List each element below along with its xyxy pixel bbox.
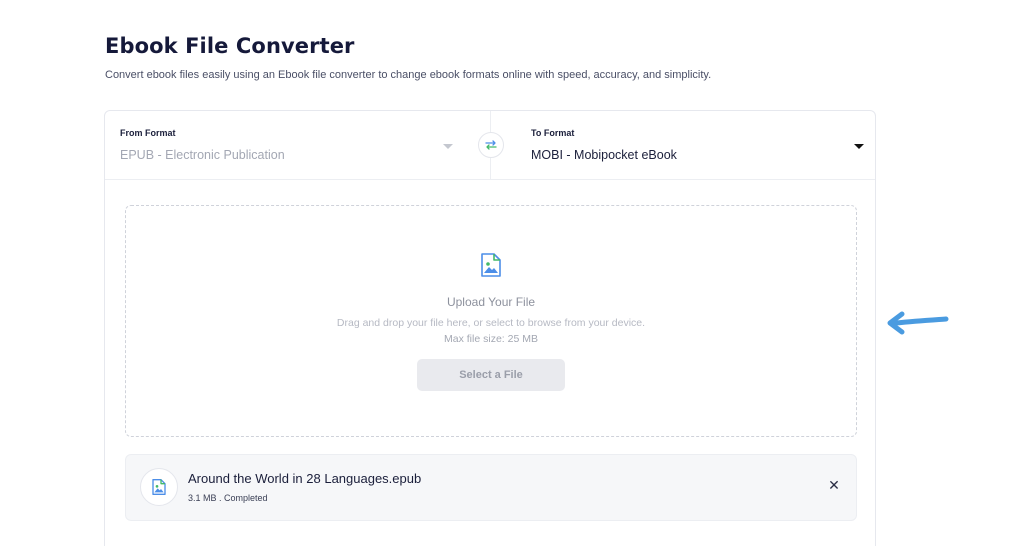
arrow-left-icon — [887, 311, 949, 335]
uploaded-file-item: Around the World in 28 Languages.epub 3.… — [125, 454, 857, 521]
chevron-down-icon[interactable] — [854, 144, 864, 149]
select-file-button[interactable]: Select a File — [417, 359, 565, 391]
file-meta: 3.1 MB . Completed — [188, 493, 268, 503]
image-file-icon — [481, 253, 501, 277]
from-format-label: From Format — [120, 128, 176, 138]
file-icon-badge — [140, 468, 178, 506]
to-format-label: To Format — [531, 128, 575, 138]
from-format-value[interactable]: EPUB - Electronic Publication — [120, 148, 285, 162]
upload-hint: Drag and drop your file here, or select … — [336, 317, 646, 329]
to-format-value[interactable]: MOBI - Mobipocket eBook — [531, 148, 677, 162]
format-selector-row: From Format EPUB - Electronic Publicatio… — [105, 111, 875, 180]
converter-card: From Format EPUB - Electronic Publicatio… — [104, 110, 876, 546]
file-name: Around the World in 28 Languages.epub — [188, 471, 422, 486]
swap-icon — [485, 140, 497, 150]
swap-formats-button[interactable] — [478, 132, 504, 158]
page-title: Ebook File Converter — [105, 34, 355, 58]
image-file-icon — [152, 478, 166, 495]
page: Ebook File Converter Convert ebook files… — [0, 0, 1024, 546]
upload-title: Upload Your File — [446, 295, 536, 309]
chevron-down-icon[interactable] — [443, 144, 453, 149]
page-subtitle: Convert ebook files easily using an Eboo… — [105, 69, 712, 81]
upload-max-size: Max file size: 25 MB — [444, 333, 538, 345]
close-icon[interactable]: ✕ — [826, 477, 842, 493]
file-dropzone[interactable]: Upload Your File Drag and drop your file… — [125, 205, 857, 437]
